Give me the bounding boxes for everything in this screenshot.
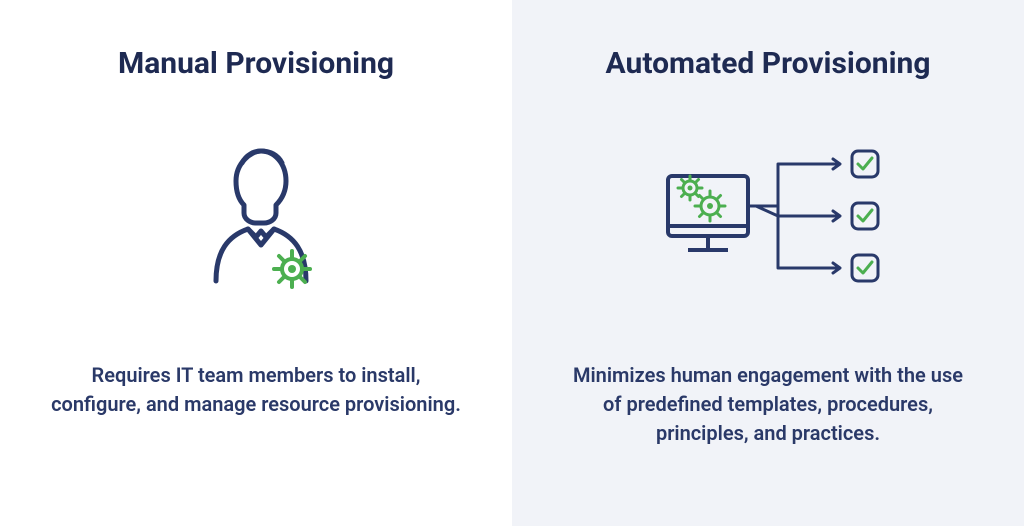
manual-provisioning-panel: Manual Provisioning	[0, 0, 512, 526]
manual-description: Requires IT team members to install, con…	[50, 361, 462, 419]
automated-provisioning-panel: Automated Provisioning	[512, 0, 1024, 526]
computer-workflow-icon	[638, 131, 898, 311]
automated-description: Minimizes human engagement with the use …	[562, 361, 974, 448]
manual-title: Manual Provisioning	[118, 46, 394, 81]
person-gear-icon	[186, 131, 326, 311]
automated-title: Automated Provisioning	[606, 46, 931, 81]
